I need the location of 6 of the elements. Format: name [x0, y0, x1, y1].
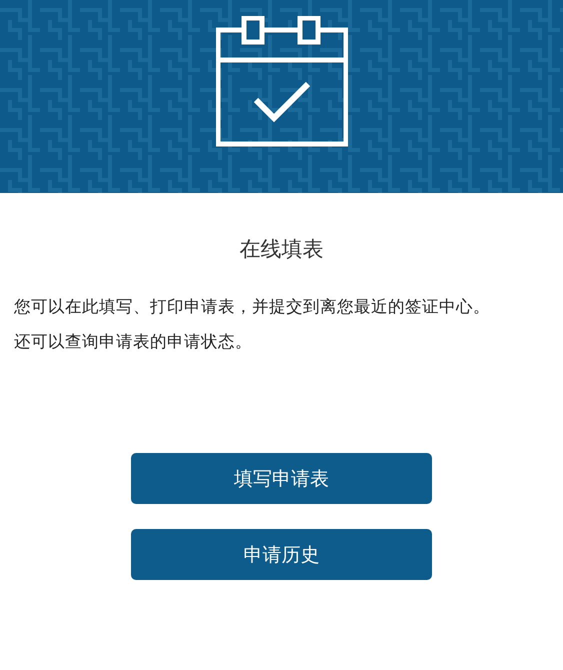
description-text: 您可以在此填写、打印申请表，并提交到离您最近的签证中心。 — [14, 296, 491, 318]
fill-form-button[interactable]: 填写申请表 — [131, 453, 432, 504]
description-text: 还可以查询申请表的申请状态。 — [14, 331, 253, 353]
page-title: 在线填表 — [238, 236, 324, 263]
calendar-check-icon — [216, 16, 348, 148]
history-button[interactable]: 申请历史 — [131, 529, 432, 580]
